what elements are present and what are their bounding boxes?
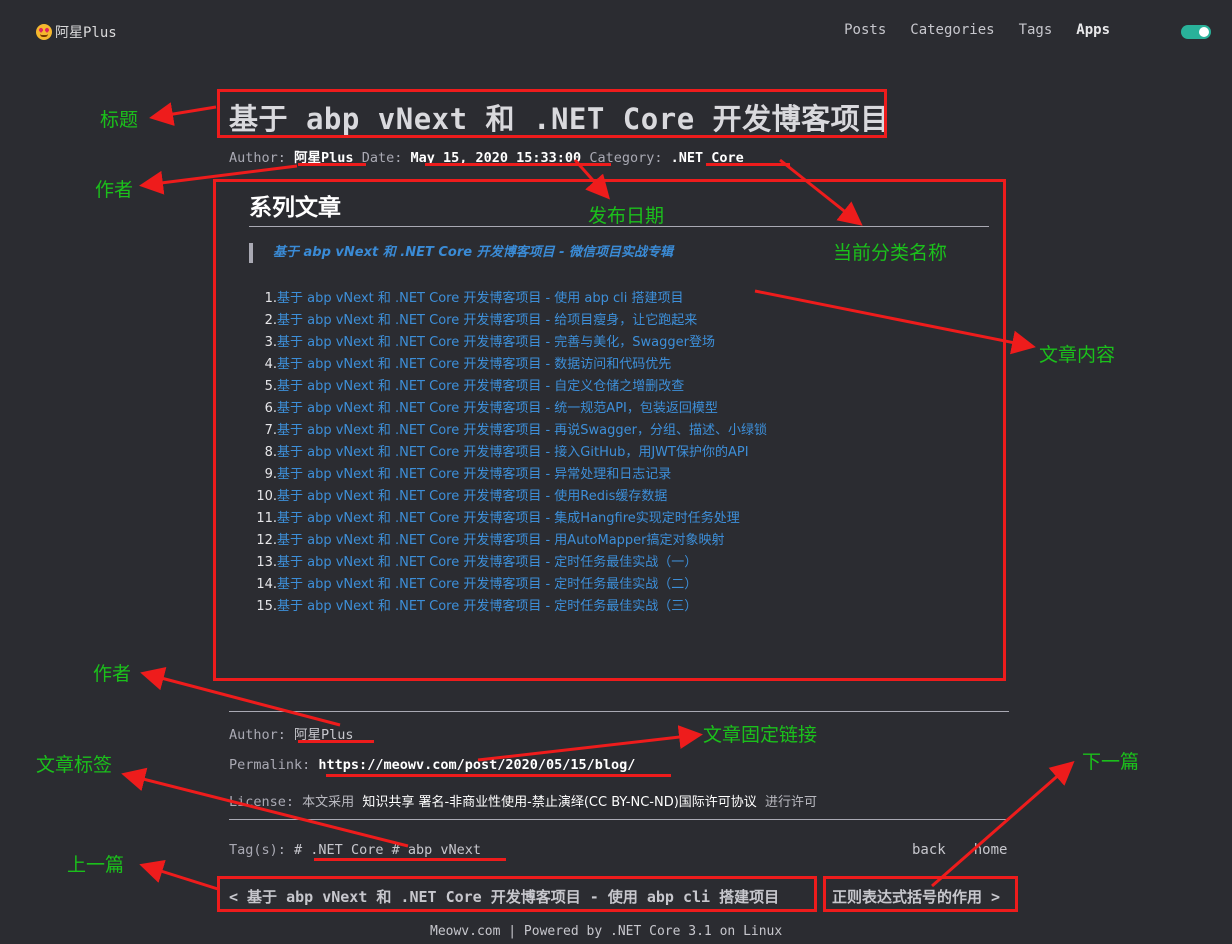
label-category: 当前分类名称 — [833, 242, 948, 264]
arrow-category — [779, 158, 863, 226]
label-author-bottom: 作者 — [93, 663, 132, 685]
label-next: 下一篇 — [1082, 751, 1140, 773]
label-publish-date: 发布日期 — [588, 205, 665, 227]
arrow-date — [573, 159, 610, 200]
arrow-author — [139, 164, 298, 195]
label-prev: 上一篇 — [67, 854, 125, 876]
label-permalink: 文章固定链接 — [703, 724, 818, 746]
arrow-prev — [139, 859, 219, 891]
arrow-footer-author — [140, 666, 341, 727]
arrow-next — [931, 761, 1075, 888]
label-tags: 文章标签 — [36, 754, 113, 776]
label-content: 文章内容 — [1039, 344, 1116, 366]
arrow-tags — [121, 767, 409, 848]
annotation-arrows — [121, 102, 1075, 891]
label-title: 标题 — [100, 109, 139, 131]
arrow-title — [149, 102, 217, 126]
label-author-top: 作者 — [95, 179, 134, 201]
arrow-content — [754, 289, 1036, 355]
arrow-permalink — [477, 725, 703, 762]
